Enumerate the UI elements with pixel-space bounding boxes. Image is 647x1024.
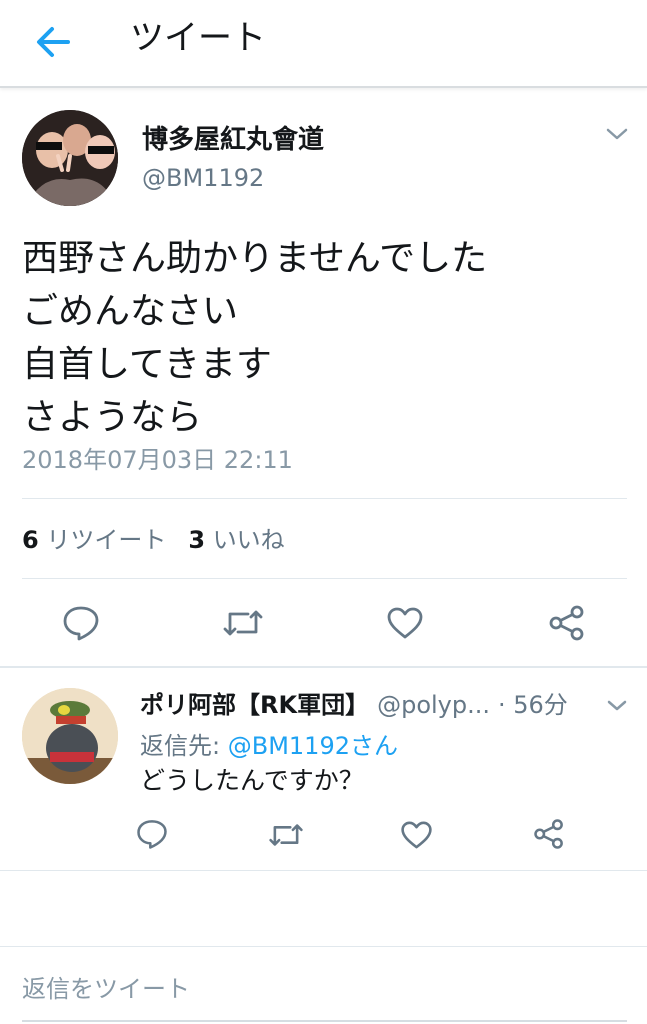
reply-text: どうしたんですか？	[140, 766, 364, 795]
compose-underline	[22, 1020, 627, 1022]
tweet-text-line: ごめんなさい	[22, 291, 239, 332]
reply-share-button[interactable]	[533, 818, 565, 850]
reply-to-mention[interactable]: @BM1192さん	[228, 732, 398, 760]
like-button[interactable]	[386, 606, 424, 640]
retweet-stat[interactable]: 6 リツイート	[22, 526, 166, 554]
chevron-down-icon	[606, 128, 628, 140]
back-button[interactable]	[32, 22, 78, 62]
like-stat[interactable]: 3 いいね	[188, 526, 284, 554]
tweet-stats: 6 リツイート 3 いいね	[22, 522, 285, 558]
reply-retweet-button[interactable]	[268, 820, 304, 850]
reply-author-name[interactable]: ポリ阿部【RK軍団】	[140, 691, 369, 719]
share-button[interactable]	[548, 604, 586, 642]
tweet-detail-screen: ツイート 博多屋紅丸會道 @BM1192 西野さん助かりませんでした ごめんなさ…	[0, 0, 647, 1024]
tweet-text-line: さようなら	[22, 397, 203, 438]
reply-time: · 56分	[498, 691, 568, 719]
tweet-timestamp: 2018年07月03日 22:11	[22, 446, 293, 474]
reply-icon	[63, 606, 99, 641]
like-label: いいね	[212, 526, 285, 554]
profile-photo	[22, 110, 118, 206]
retweet-count: 6	[22, 526, 39, 554]
author-name[interactable]: 博多屋紅丸會道	[142, 122, 324, 158]
reply-menu-button[interactable]	[606, 698, 628, 714]
reply-like-button[interactable]	[400, 820, 433, 850]
tweet-menu-button[interactable]	[604, 124, 630, 144]
reply-header: ポリ阿部【RK軍団】 @polyp... · 56分	[140, 688, 590, 722]
reply-to-label: 返信先:	[140, 732, 221, 760]
reply-to-line: 返信先: @BM1192さん	[140, 729, 398, 763]
tweet-text-line: 自首してきます	[22, 344, 272, 385]
page-title: ツイート	[130, 18, 266, 58]
reply-reply-button[interactable]	[136, 818, 168, 850]
retweet-icon	[269, 824, 303, 846]
reply-button[interactable]	[62, 604, 100, 642]
retweet-button[interactable]	[222, 606, 264, 640]
divider	[0, 666, 647, 668]
divider	[22, 578, 627, 579]
divider	[22, 498, 627, 499]
chevron-down-icon	[607, 700, 627, 711]
reply-icon	[137, 820, 167, 849]
like-count: 3	[188, 526, 206, 554]
heart-icon	[401, 821, 432, 849]
retweet-label: リツイート	[46, 526, 167, 554]
share-icon	[534, 819, 563, 849]
arrow-left-icon	[37, 27, 70, 57]
reply-compose-input[interactable]: 返信をツイート	[22, 972, 190, 1006]
divider	[0, 946, 647, 947]
reply-author-handle[interactable]: @polyp...	[377, 691, 490, 719]
top-bar: ツイート	[0, 0, 647, 88]
heart-icon	[387, 607, 423, 639]
author-handle[interactable]: @BM1192	[142, 162, 264, 194]
profile-photo	[22, 688, 118, 784]
share-icon	[549, 605, 584, 641]
retweet-icon	[223, 610, 263, 636]
tweet-text-line: 西野さん助かりませんでした	[22, 238, 488, 279]
tweet-text: 西野さん助かりませんでした ごめんなさい 自首してきます さようなら	[22, 232, 622, 444]
reply-avatar[interactable]	[22, 688, 118, 784]
avatar[interactable]	[22, 110, 118, 206]
divider	[0, 870, 647, 871]
